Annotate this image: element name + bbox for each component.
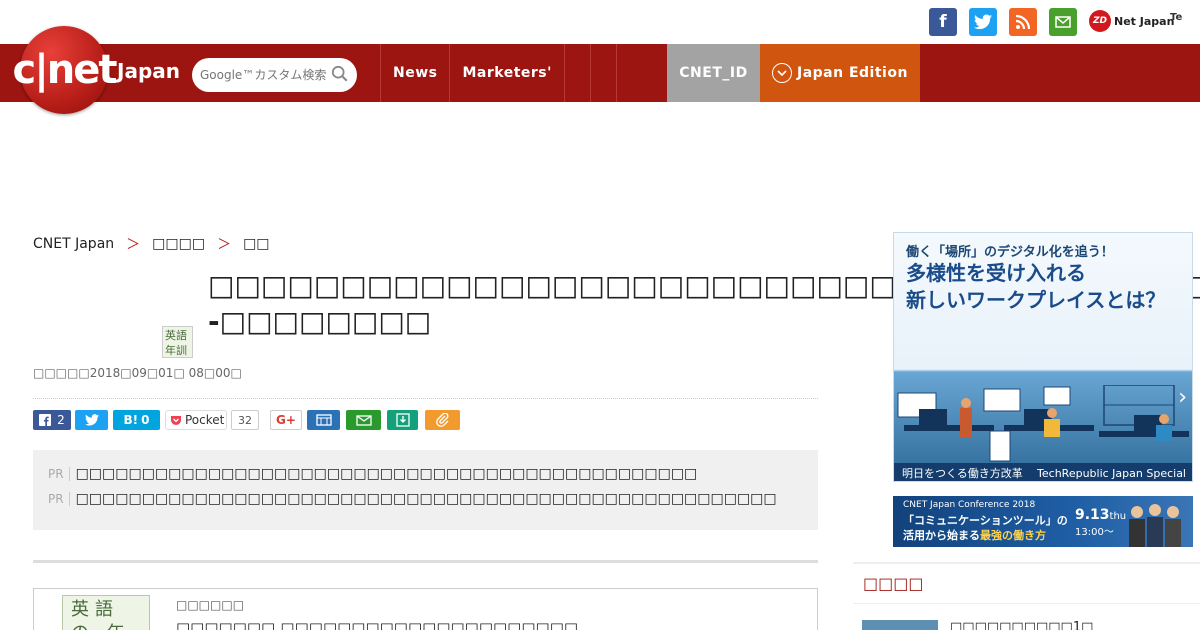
mail-share-button[interactable]	[346, 410, 381, 430]
sidebar-section-title: □□□□	[853, 562, 1200, 604]
zdnet-label: Net Japan	[1114, 14, 1175, 28]
pr-link-2[interactable]: PR □□□□□□□□□□□□□□□□□□□□□□□□□□□□□□□□□□□□□…	[48, 491, 777, 507]
ad-headline-line1: 多様性を受け入れる	[906, 261, 1086, 285]
mail-icon[interactable]	[1049, 8, 1077, 36]
pocket-label: Pocket	[185, 413, 225, 427]
nav-links: News Marketers'	[380, 44, 642, 102]
mail-icon	[355, 414, 372, 426]
search-icon[interactable]	[331, 65, 349, 83]
article-headline: □□□□□□□□□□□□□□□□□□□□□□□□□□□□□□□□□□□□□□--…	[208, 269, 1200, 338]
conference-date-value: 9.13	[1075, 507, 1110, 523]
nav-empty-1[interactable]	[563, 44, 590, 102]
hatena-bookmark-button[interactable]: B! 0	[113, 410, 160, 430]
zdnet-logo-mark: ZD	[1089, 10, 1111, 32]
search-input[interactable]	[200, 64, 330, 86]
breadcrumb-separator: ＞	[126, 237, 141, 253]
pr-tag: PR	[48, 467, 70, 481]
twitter-icon	[84, 414, 99, 426]
nav-empty-2[interactable]	[589, 44, 616, 102]
cnet-logo[interactable]: c|net	[12, 26, 118, 114]
paperclip-icon	[435, 413, 448, 427]
facebook-share-count: 2	[57, 413, 65, 427]
hatena-count: 0	[141, 413, 150, 427]
cnet-logo-text: c|net	[12, 47, 117, 93]
google-plus-button[interactable]: G+	[270, 410, 302, 430]
facebook-share-button[interactable]: 2	[33, 410, 71, 430]
divider	[33, 398, 818, 399]
ad-footer-right: TechRepublic Japan Special	[1037, 466, 1186, 480]
download-icon	[395, 413, 410, 427]
print-button[interactable]	[307, 410, 340, 430]
workplace-ad-banner[interactable]: 働く「場所」のデジタル化を追う！ 多様性を受け入れる 新しいワークプレイスとは？…	[893, 232, 1193, 482]
nav-japan-edition[interactable]: Japan Edition	[760, 44, 920, 102]
twitter-share-button[interactable]	[75, 410, 108, 430]
section-divider	[33, 560, 818, 563]
save-button[interactable]	[387, 410, 418, 430]
speakers-illustration	[1129, 504, 1181, 547]
pocket-button[interactable]: Pocket	[165, 410, 227, 430]
conference-ad-banner[interactable]: CNET Japan Conference 2018 「コミュニケーションツール…	[893, 496, 1193, 547]
facebook-icon[interactable]: f	[929, 8, 957, 36]
sidebar-item-thumbnail[interactable]	[862, 620, 938, 630]
ad-footer: 明日をつくる働き方改革 TechRepublic Japan Special	[894, 463, 1192, 481]
rss-icon[interactable]	[1009, 8, 1037, 36]
ad-headline: 多様性を受け入れる 新しいワークプレイスとは？	[906, 260, 1165, 314]
breadcrumb-separator: ＞	[217, 237, 232, 253]
conference-tagline-prefix: 活用から始まる	[903, 529, 980, 542]
conference-tagline-line2: 活用から始まる最強の働き方	[903, 528, 1068, 543]
nav-news[interactable]: News	[380, 44, 449, 102]
conference-tagline-line1: 「コミュニケーションツール」の	[903, 514, 1068, 527]
pr-tag: PR	[48, 492, 70, 506]
print-icon	[315, 414, 332, 426]
hatena-icon: B!	[123, 413, 139, 427]
sidebar-item-title[interactable]: □□□□□□□□□□1□	[950, 620, 1093, 630]
conference-tagline: 「コミュニケーションツール」の 活用から始まる最強の働き方	[903, 513, 1068, 543]
logo-japan-label: Japan	[117, 59, 180, 83]
article-thumbnail[interactable]: 英語 年訓	[162, 326, 193, 358]
top-bar: f ZD Net Japan Te	[0, 0, 1200, 44]
techrepublic-link[interactable]: Te	[1170, 12, 1182, 23]
breadcrumb-subcategory[interactable]: □□	[243, 236, 269, 252]
conference-date: 9.13thu 13:00〜	[1075, 508, 1126, 540]
pr-link-1[interactable]: PR □□□□□□□□□□□□□□□□□□□□□□□□□□□□□□□□□□□□□…	[48, 466, 697, 482]
japan-edition-label: Japan Edition	[797, 65, 908, 81]
book-title[interactable]: □□□□□□□ □□□□□□□□□□□□□□□□□□□□□	[176, 619, 578, 630]
book-cover-image[interactable]: 英語の 年訓	[62, 595, 150, 630]
search-box	[192, 58, 357, 92]
pocket-icon	[171, 415, 181, 425]
conference-time: 13:00〜	[1075, 527, 1114, 538]
twitter-icon[interactable]	[969, 8, 997, 36]
ad-headline-line2: 新しいワークプレイスとは？	[906, 288, 1166, 312]
clip-button[interactable]	[425, 410, 460, 430]
pr-link-text[interactable]: □□□□□□□□□□□□□□□□□□□□□□□□□□□□□□□□□□□□□□□□…	[76, 491, 777, 507]
conference-day: thu	[1109, 511, 1127, 522]
breadcrumb-category[interactable]: □□□□	[152, 236, 205, 252]
pocket-count: 32	[231, 410, 259, 430]
pr-box: PR □□□□□□□□□□□□□□□□□□□□□□□□□□□□□□□□□□□□□…	[33, 450, 818, 530]
ad-kicker: 働く「場所」のデジタル化を追う！	[906, 245, 1114, 260]
nav-empty-3[interactable]	[615, 44, 642, 102]
chevron-down-icon	[772, 63, 792, 83]
breadcrumb: CNET Japan ＞ □□□□ ＞ □□	[33, 234, 270, 254]
techrepublic-label: Te	[1170, 12, 1183, 23]
facebook-icon	[39, 414, 52, 426]
pr-link-text[interactable]: □□□□□□□□□□□□□□□□□□□□□□□□□□□□□□□□□□□□□□□□…	[76, 466, 698, 482]
ad-footer-left: 明日をつくる働き方改革	[902, 467, 1023, 480]
office-illustration	[897, 385, 1189, 462]
zdnet-japan-link[interactable]: ZD Net Japan	[1089, 10, 1174, 32]
chevron-right-icon[interactable]: ›	[1178, 385, 1187, 410]
conference-tagline-highlight: 最強の働き方	[980, 529, 1046, 542]
book-category: □□□□□□	[176, 598, 245, 612]
related-book-card[interactable]: 英語の 年訓 □□□□□□ □□□□□□□ □□□□□□□□□□□□□□□□□□…	[33, 588, 818, 630]
conference-name: CNET Japan Conference 2018	[903, 500, 1036, 510]
nav-cnet-id[interactable]: CNET_ID	[667, 44, 760, 102]
breadcrumb-home[interactable]: CNET Japan	[33, 236, 114, 252]
publish-date: □□□□□2018□09□01□ 08□00□	[33, 366, 242, 380]
nav-marketers[interactable]: Marketers'	[449, 44, 563, 102]
